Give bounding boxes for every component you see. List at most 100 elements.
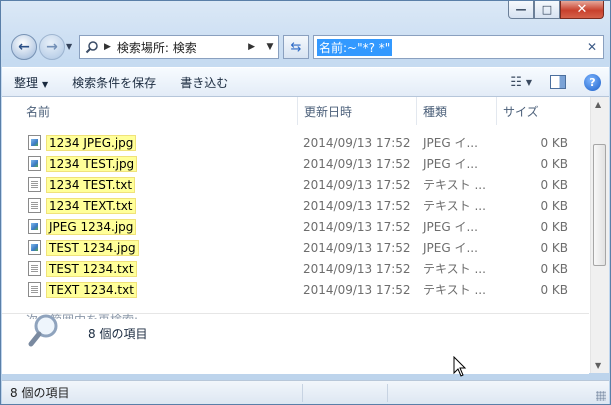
navigation-bar: ← → ▼ ▶ 検索場所: 検索 ▶ ▼ ⇆ 名前:~"*? *" ✕ [9, 31, 604, 65]
column-header-type[interactable]: 種類 [417, 97, 497, 125]
file-date: 2014/09/13 17:52 [303, 177, 411, 192]
column-size-label: サイズ [503, 104, 539, 119]
view-dropdown-icon[interactable]: ▼ [526, 78, 532, 87]
close-icon: ✕ [576, 2, 588, 17]
file-type: JPEG イ... [423, 157, 478, 171]
file-name-text: JPEG 1234.jpg [46, 218, 137, 235]
file-name-text: TEXT 1234.txt [46, 281, 137, 298]
file-name[interactable]: 1234 TEST.jpg [46, 153, 138, 174]
minimize-button[interactable]: — [508, 1, 534, 19]
file-row[interactable]: 1234 TEXT.txt 2014/09/13 17:52 テキスト ... 0 K… [2, 195, 589, 216]
file-row[interactable]: 1234 JPEG.jpg 2014/09/13 17:52 JPEG イ... 0 … [2, 132, 589, 153]
burn-button[interactable]: 書き込む [168, 74, 240, 91]
image-file-icon [28, 219, 41, 234]
search-box[interactable]: 名前:~"*? *" ✕ [313, 35, 604, 59]
scrollbar-thumb[interactable] [593, 144, 606, 266]
file-size: 0 KB [540, 135, 568, 150]
recent-pages-dropdown[interactable]: ▼ [66, 42, 72, 51]
file-name[interactable]: TEXT 1234.txt [46, 279, 137, 300]
vertical-scrollbar[interactable]: ▲ ▼ [590, 97, 609, 373]
file-row[interactable]: JPEG 1234.jpg 2014/09/13 17:52 JPEG イ... 0 … [2, 216, 589, 237]
refresh-icon: ⇆ [290, 39, 302, 55]
preview-pane-icon[interactable] [550, 75, 566, 89]
address-path[interactable]: 検索場所: 検索 [117, 39, 244, 56]
close-button[interactable]: ✕ [560, 1, 604, 19]
address-bar[interactable]: ▶ 検索場所: 検索 ▶ ▼ [79, 35, 279, 59]
text-file-icon [28, 198, 41, 213]
address-dropdown-icon[interactable]: ▼ [261, 42, 278, 52]
file-type: テキスト ... [423, 199, 486, 213]
file-date: 2014/09/13 17:52 [303, 135, 411, 150]
column-header-size[interactable]: サイズ [497, 97, 572, 125]
file-size: 0 KB [540, 282, 568, 297]
view-list-icon: ☷ [510, 74, 522, 90]
file-date: 2014/09/13 17:52 [303, 240, 411, 255]
file-name-text: TEST 1234.txt [46, 260, 137, 277]
file-name[interactable]: JPEG 1234.jpg [46, 216, 137, 237]
burn-label: 書き込む [180, 75, 229, 90]
column-header-row: 名前 更新日時 種類 サイズ [2, 97, 589, 125]
text-file-icon [28, 177, 41, 192]
file-row[interactable]: TEST 1234.txt 2014/09/13 17:52 テキスト ... 0 K… [2, 258, 589, 279]
clear-search-icon[interactable]: ✕ [587, 40, 597, 54]
file-size: 0 KB [540, 261, 568, 276]
file-date: 2014/09/13 17:52 [303, 282, 411, 297]
column-header-date[interactable]: 更新日時 [298, 97, 417, 125]
file-row[interactable]: 1234 TEST.txt 2014/09/13 17:52 テキスト ... 0 K… [2, 174, 589, 195]
scroll-up-icon[interactable]: ▲ [595, 100, 601, 109]
scroll-down-icon[interactable]: ▼ [595, 361, 601, 370]
search-location-icon [84, 40, 100, 54]
save-search-button[interactable]: 検索条件を保存 [60, 74, 168, 91]
file-size: 0 KB [540, 156, 568, 171]
resize-grip-icon[interactable] [596, 391, 606, 401]
file-row[interactable]: TEXT 1234.txt 2014/09/13 17:52 テキスト ... 0 K… [2, 279, 589, 300]
file-name-text: 1234 TEXT.txt [46, 197, 136, 214]
breadcrumb-chevron-icon[interactable]: ▶ [248, 42, 255, 52]
help-icon[interactable]: ? [584, 73, 601, 91]
image-file-icon [28, 156, 41, 171]
change-view-button[interactable]: ☷ ▼ [510, 75, 532, 90]
file-name[interactable]: TEST 1234.txt [46, 258, 137, 279]
status-divider [387, 384, 388, 402]
file-name[interactable]: 1234 JPEG.jpg [46, 132, 137, 153]
organize-button[interactable]: 整理 ▼ [2, 74, 60, 91]
status-divider [302, 384, 303, 402]
file-type: テキスト ... [423, 283, 486, 297]
text-file-icon [28, 282, 41, 297]
maximize-button[interactable]: □ [534, 1, 560, 19]
file-name-text: TEST 1234.jpg [46, 239, 139, 256]
file-name[interactable]: 1234 TEXT.txt [46, 195, 136, 216]
file-type: テキスト ... [423, 262, 486, 276]
status-bar: 8 個の項目 [2, 380, 609, 404]
search-input[interactable]: 名前:~"*? *" [317, 38, 393, 56]
column-header-name[interactable]: 名前 [20, 97, 298, 125]
save-search-label: 検索条件を保存 [72, 75, 157, 90]
image-file-icon [28, 240, 41, 255]
image-file-icon [28, 135, 41, 150]
file-date: 2014/09/13 17:52 [303, 261, 411, 276]
file-date: 2014/09/13 17:52 [303, 156, 411, 171]
forward-button[interactable]: → [39, 34, 65, 60]
details-item-count: 8 個の項目 [88, 327, 148, 341]
file-date: 2014/09/13 17:52 [303, 219, 411, 234]
file-row[interactable]: TEST 1234.jpg 2014/09/13 17:52 JPEG イ... 0 … [2, 237, 589, 258]
file-type: JPEG イ... [423, 241, 478, 255]
back-button[interactable]: ← [11, 34, 37, 60]
minimize-icon: — [515, 3, 527, 16]
chevron-down-icon: ▼ [42, 79, 49, 89]
file-name[interactable]: TEST 1234.jpg [46, 237, 139, 258]
file-size: 0 KB [540, 177, 568, 192]
file-name-text: 1234 TEST.jpg [46, 155, 138, 172]
file-name[interactable]: 1234 TEST.txt [46, 174, 136, 195]
mouse-cursor-icon [453, 356, 467, 377]
file-name-text: 1234 TEST.txt [46, 176, 136, 193]
column-date-label: 更新日時 [304, 104, 353, 119]
refresh-button[interactable]: ⇆ [283, 35, 309, 59]
maximize-icon: □ [541, 3, 553, 16]
explorer-window: — □ ✕ ← → ▼ ▶ 検索場所: 検索 ▶ ▼ ⇆ 名前:~"*? *" … [0, 0, 611, 405]
file-type: テキスト ... [423, 178, 486, 192]
file-row[interactable]: 1234 TEST.jpg 2014/09/13 17:52 JPEG イ... 0 … [2, 153, 589, 174]
file-type: JPEG イ... [423, 220, 478, 234]
breadcrumb-separator-icon[interactable]: ▶ [104, 42, 111, 52]
magnifier-icon [28, 314, 58, 347]
